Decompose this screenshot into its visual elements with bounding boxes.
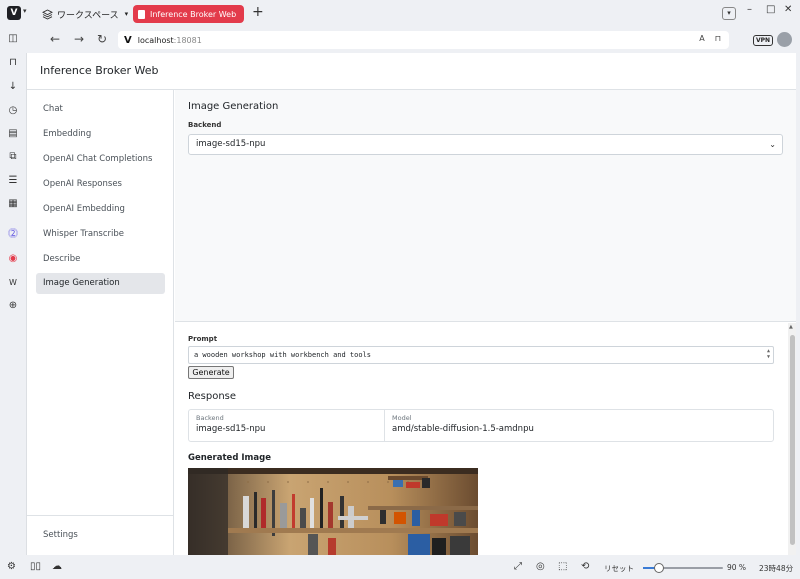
- app-title: Inference Broker Web: [40, 64, 159, 77]
- prompt-input[interactable]: a wooden workshop with workbench and too…: [188, 346, 774, 364]
- backend-select-value: image-sd15-npu: [196, 139, 266, 149]
- page-tiling-icon[interactable]: ⤢: [514, 561, 522, 572]
- sync-cloud-icon[interactable]: ☁: [52, 561, 62, 572]
- sidebar-item-describe[interactable]: Describe: [36, 249, 165, 270]
- close-icon[interactable]: ✕: [784, 4, 792, 15]
- main-content: Image Generation Backend image-sd15-npu …: [175, 90, 796, 555]
- settings-gear-icon[interactable]: ⚙: [7, 561, 16, 572]
- response-backend-key: Backend: [196, 414, 224, 422]
- generated-image-title: Generated Image: [188, 453, 271, 463]
- browser-addressbar: ← → ↻ V localhost :18081 A ⊓ VPN: [0, 28, 800, 52]
- response-backend-value: image-sd15-npu: [196, 424, 266, 434]
- sidebar-item-openai-embedding[interactable]: OpenAI Embedding: [36, 199, 165, 220]
- generated-image: [188, 468, 478, 555]
- vpn-button[interactable]: VPN: [753, 35, 774, 46]
- profile-avatar-icon[interactable]: [777, 32, 792, 47]
- panel-toggle-icon[interactable]: ◫: [7, 33, 19, 45]
- sidebar-item-openai-responses[interactable]: OpenAI Responses: [36, 174, 165, 195]
- bookmarks-panel-icon[interactable]: ⊓: [7, 57, 19, 69]
- response-model-key: Model: [392, 414, 412, 422]
- workshop-image: [188, 468, 478, 555]
- sidebar-item-settings[interactable]: Settings: [43, 530, 78, 540]
- app-header: Inference Broker Web: [27, 53, 796, 90]
- tab-title: Inference Broker Web: [150, 9, 237, 19]
- browser-titlebar: V ▾ ワークスペース ▾ Inference Broker Web + ▾ –…: [0, 0, 800, 28]
- scroll-up-icon[interactable]: ▲: [789, 324, 793, 330]
- sidebar-item-image-generation[interactable]: Image Generation: [36, 273, 165, 294]
- capture-icon[interactable]: ◎: [536, 561, 545, 572]
- url-host: localhost: [137, 35, 174, 45]
- panel-layout-icon[interactable]: ▯▯: [30, 561, 41, 572]
- bookmark-icon[interactable]: ⊓: [715, 34, 721, 43]
- minimize-icon[interactable]: –: [747, 4, 752, 15]
- zoom-slider-handle[interactable]: [654, 563, 664, 573]
- sidebar-footer: Settings: [27, 515, 173, 555]
- backend-label: Backend: [188, 121, 222, 129]
- new-tab-icon[interactable]: +: [252, 4, 264, 20]
- output-pane: Prompt a wooden workshop with workbench …: [175, 323, 796, 555]
- maximize-icon[interactable]: □: [766, 4, 775, 15]
- wikipedia-panel-icon[interactable]: W: [7, 277, 19, 289]
- zoom-slider[interactable]: [643, 563, 723, 573]
- downloads-panel-icon[interactable]: ↓: [7, 81, 19, 93]
- zoom-level: 90 %: [727, 563, 747, 572]
- url-field[interactable]: V localhost :18081 A ⊓: [118, 31, 729, 49]
- workspace-switcher[interactable]: ワークスペース ▾: [42, 6, 128, 22]
- browser-tab-active[interactable]: Inference Broker Web: [133, 5, 244, 23]
- back-icon[interactable]: ←: [50, 32, 60, 46]
- zoom-reset-button[interactable]: リセット: [604, 563, 634, 574]
- reading-list-panel-icon[interactable]: ☰: [7, 175, 19, 187]
- textarea-resize-icon[interactable]: ▲ ▼: [767, 348, 770, 360]
- response-table: Backend image-sd15-npu Model amd/stable-…: [188, 409, 774, 442]
- reload-icon[interactable]: ↻: [97, 32, 107, 46]
- app-sidebar: Chat Embedding OpenAI Chat Completions O…: [27, 90, 174, 555]
- browser-panel-bar: ◫ ⊓ ↓ ◷ ▤ ⧉ ☰ ▦ ⓶ ◉ W ⊕: [0, 28, 26, 555]
- window-panel-icon[interactable]: ⧉: [7, 151, 19, 163]
- add-panel-icon[interactable]: ⊕: [7, 300, 19, 312]
- forward-icon[interactable]: →: [74, 32, 84, 46]
- backend-select[interactable]: image-sd15-npu ⌄: [188, 134, 783, 155]
- sidebar-item-chat[interactable]: Chat: [36, 99, 165, 120]
- section-title: Image Generation: [188, 101, 279, 112]
- site-info-icon[interactable]: V: [124, 35, 132, 46]
- sidebar-item-openai-chat-completions[interactable]: OpenAI Chat Completions: [36, 149, 165, 170]
- sessions-panel-icon[interactable]: ▦: [7, 198, 19, 210]
- vivaldi-panel-icon[interactable]: ◉: [7, 253, 19, 265]
- web-page: Inference Broker Web Chat Embedding Open…: [26, 53, 796, 555]
- page-actions-icon[interactable]: ⟲: [581, 561, 589, 572]
- notes-panel-icon[interactable]: ▤: [7, 128, 19, 140]
- generate-button[interactable]: Generate: [188, 366, 234, 379]
- sidebar-item-whisper-transcribe[interactable]: Whisper Transcribe: [36, 224, 165, 245]
- scrollbar-thumb[interactable]: [790, 335, 795, 545]
- reader-view-icon[interactable]: ⬚: [558, 561, 567, 572]
- url-port: :18081: [173, 35, 202, 45]
- workspace-icon: [42, 8, 53, 20]
- translate-icon[interactable]: A: [699, 34, 704, 43]
- sidebar-item-embedding[interactable]: Embedding: [36, 124, 165, 145]
- mastodon-panel-icon[interactable]: ⓶: [7, 229, 19, 241]
- response-model-value: amd/stable-diffusion-1.5-amdnpu: [392, 424, 534, 434]
- settings-pane: Image Generation Backend image-sd15-npu …: [175, 90, 796, 322]
- response-title: Response: [188, 391, 237, 402]
- chevron-down-icon: ▾: [124, 10, 129, 18]
- page-favicon-icon: [138, 9, 145, 19]
- chevron-down-icon: ⌄: [769, 140, 776, 149]
- clock: 23時48分: [759, 564, 794, 573]
- tab-list-icon[interactable]: ▾: [722, 7, 736, 20]
- vivaldi-menu-icon[interactable]: V: [7, 6, 21, 20]
- prompt-label: Prompt: [188, 335, 218, 343]
- workspace-label: ワークスペース: [57, 10, 119, 21]
- prompt-input-value: a wooden workshop with workbench and too…: [194, 351, 372, 359]
- browser-statusbar: ⚙ ▯▯ ☁ ⤢ ◎ ⬚ ⟲ リセット 90 % 23時48分: [0, 556, 800, 579]
- response-model-cell: Model amd/stable-diffusion-1.5-amdnpu: [384, 410, 773, 441]
- chevron-down-icon[interactable]: ▾: [23, 7, 27, 15]
- page-scrollbar[interactable]: ▲: [788, 323, 796, 555]
- response-backend-cell: Backend image-sd15-npu: [189, 410, 384, 441]
- history-panel-icon[interactable]: ◷: [7, 105, 19, 117]
